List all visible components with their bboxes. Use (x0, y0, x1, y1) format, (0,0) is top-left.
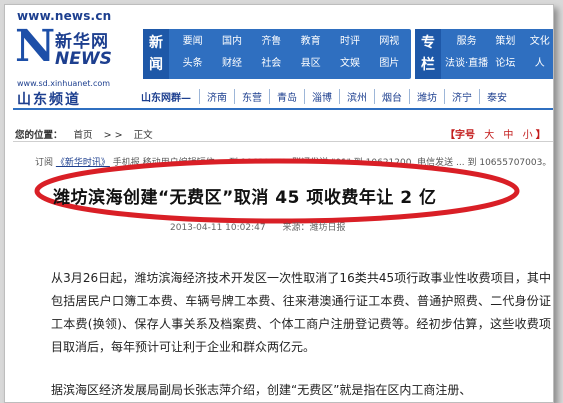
article-paragraph: 从3月26日起，潍坊滨海经济技术开发区一次性取消了16类共45项行政事业性收费项… (51, 271, 551, 354)
nav-link[interactable]: 要闻 (173, 32, 212, 47)
nav-link[interactable]: 策划 (488, 32, 522, 47)
font-size-close: 】 (535, 130, 546, 141)
news-nav-grid: 要闻 国内 齐鲁 教育 时评 网视 头条 财经 社会 县区 文娱 图片 (173, 32, 409, 69)
nav-link[interactable]: 论坛 (488, 54, 522, 69)
header-divider (13, 108, 553, 110)
nav-link[interactable]: 法谈·直播 (445, 54, 488, 69)
font-size-label: 【字号 (445, 130, 475, 141)
nav-link[interactable]: 教育 (291, 32, 330, 47)
nav-link[interactable]: 网视 (370, 32, 409, 47)
city-link[interactable]: 济南 (199, 88, 234, 104)
news-nav: 新闻 要闻 国内 齐鲁 教育 时评 网视 头条 财经 社会 县区 文娱 图片 (143, 29, 411, 79)
logo-news-text: NEWS (55, 49, 112, 69)
topics-nav: 专栏 服务 策划 文化 法谈·直播 论坛 人 (415, 29, 553, 79)
nav-link[interactable]: 时评 (330, 32, 369, 47)
city-network-label: 山东网群— (141, 92, 191, 104)
font-size-medium[interactable]: 中 (503, 130, 513, 141)
city-link[interactable]: 滨州 (339, 88, 374, 104)
breadcrumb-home[interactable]: 首页 (74, 130, 93, 141)
article-date: 2013-04-11 10:02:47 (170, 223, 266, 233)
article-paragraph: 据滨海区经济发展局副局长张志萍介绍，创建“无费区”就是指在区内工商注册、 (51, 383, 472, 397)
article-headline: 潍坊滨海创建“无费区”取消 45 项收费年让 2 亿 (53, 188, 437, 208)
city-link[interactable]: 烟台 (374, 88, 409, 104)
topics-nav-label: 专栏 (415, 29, 441, 79)
breadcrumb-divider (13, 141, 553, 142)
font-size-large[interactable]: 大 (484, 130, 494, 141)
breadcrumb: 您的位置： 首页 > > 正文 (15, 127, 153, 141)
nav-link[interactable]: 齐鲁 (252, 32, 291, 47)
nav-link[interactable]: 文娱 (330, 54, 369, 69)
browser-page: www.news.cn N 新华网 NEWS www.sd.xinhuanet.… (4, 4, 554, 403)
nav-link[interactable]: 社会 (252, 54, 291, 69)
nav-link[interactable]: 图片 (370, 54, 409, 69)
city-link[interactable]: 潍坊 (409, 88, 444, 104)
nav-link[interactable]: 县区 (291, 54, 330, 69)
article-source: 来源：潍坊日报 (282, 223, 346, 233)
nav-link[interactable]: 服务 (445, 32, 488, 47)
news-nav-label: 新闻 (143, 29, 169, 79)
city-link[interactable]: 淄博 (304, 88, 339, 104)
channel-url: www.sd.xinhuanet.com (17, 79, 111, 88)
font-size-small[interactable]: 小 (523, 130, 533, 141)
city-link[interactable]: 济宁 (444, 88, 479, 104)
xinhua-logo[interactable]: N 新华网 NEWS (15, 23, 127, 75)
topics-nav-grid: 服务 策划 文化 法谈·直播 论坛 人 (445, 32, 553, 69)
city-network-bar: 山东网群— 济南 东营 青岛 淄博 滨州 烟台 潍坊 济宁 泰安 (141, 88, 553, 104)
nav-link[interactable]: 头条 (173, 54, 212, 69)
nav-link[interactable]: 财经 (212, 54, 251, 69)
channel-title[interactable]: 山东频道 (17, 89, 81, 109)
nav-link[interactable]: 人 (523, 54, 553, 69)
nav-link[interactable]: 文化 (523, 32, 553, 47)
nav-link[interactable]: 国内 (212, 32, 251, 47)
breadcrumb-separator: > > (103, 130, 123, 141)
city-link[interactable]: 东营 (234, 88, 269, 104)
breadcrumb-current: 正文 (133, 130, 153, 141)
breadcrumb-label: 您的位置： (15, 130, 63, 141)
article-meta: 2013-04-11 10:02:47 来源：潍坊日报 (170, 220, 359, 233)
logo-letter: N (15, 21, 56, 72)
city-link[interactable]: 青岛 (269, 88, 304, 104)
font-size-control: 【字号 大 中 小 】 (445, 126, 546, 141)
city-link[interactable]: 泰安 (479, 88, 514, 104)
